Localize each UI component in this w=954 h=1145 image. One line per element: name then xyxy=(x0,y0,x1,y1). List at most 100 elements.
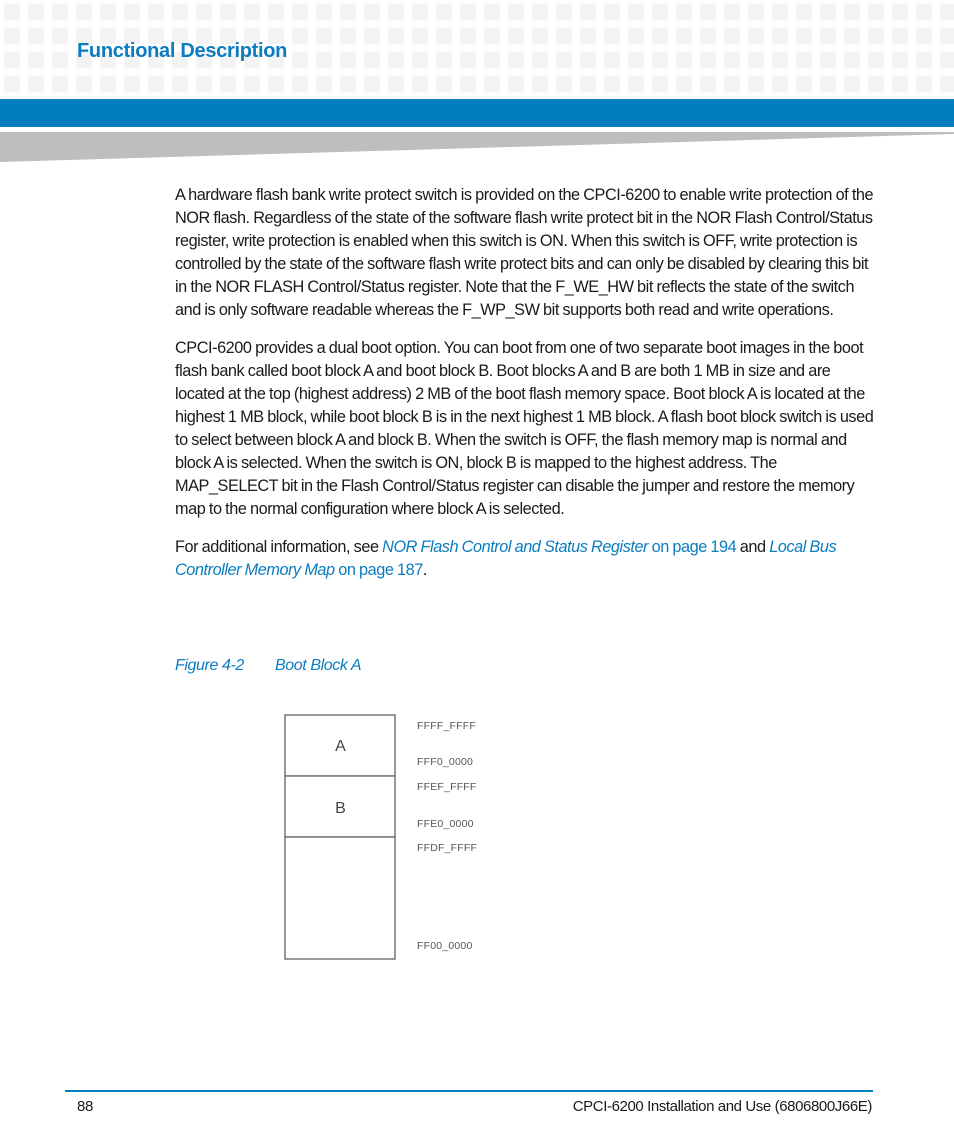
header-pattern-square xyxy=(4,76,20,92)
header-pattern-square xyxy=(796,52,812,68)
header-pattern-square xyxy=(820,4,836,20)
reference-middle: and xyxy=(736,538,770,556)
header-pattern-square xyxy=(100,4,116,20)
header-pattern-square xyxy=(700,28,716,44)
header-pattern-square xyxy=(28,4,44,20)
header-pattern-square xyxy=(76,4,92,20)
header-pattern-square xyxy=(340,28,356,44)
link-nor-flash-register-page[interactable]: on page 194 xyxy=(648,538,737,556)
address-label: FFE0_0000 xyxy=(417,818,474,830)
header-pattern-square xyxy=(244,4,260,20)
header-pattern-square xyxy=(292,52,308,68)
header-pattern-square xyxy=(316,76,332,92)
header-pattern-square xyxy=(772,52,788,68)
header-pattern-square xyxy=(580,28,596,44)
header-pattern-square xyxy=(916,4,932,20)
header-pattern-square xyxy=(436,4,452,20)
header-pattern-square xyxy=(652,76,668,92)
header-pattern-square xyxy=(340,52,356,68)
header-pattern-square xyxy=(316,52,332,68)
document-reference: CPCI-6200 Installation and Use (6806800J… xyxy=(572,1098,873,1115)
header-pattern-square xyxy=(940,76,954,92)
header-pattern-square xyxy=(316,4,332,20)
address-label: FFF0_0000 xyxy=(417,756,474,768)
header-pattern-square xyxy=(460,52,476,68)
header-pattern-square xyxy=(700,4,716,20)
header-pattern-square xyxy=(868,52,884,68)
header-pattern-square xyxy=(772,76,788,92)
header-pattern-square xyxy=(556,4,572,20)
header-pattern-square xyxy=(28,52,44,68)
paragraph-write-protect: A hardware flash bank write protect swit… xyxy=(175,186,874,319)
header-pattern-square xyxy=(220,4,236,20)
header-pattern-square xyxy=(52,4,68,20)
header-pattern-square xyxy=(940,52,954,68)
header-pattern-square xyxy=(484,4,500,20)
header-pattern-square xyxy=(412,76,428,92)
header-pattern-square xyxy=(388,28,404,44)
header-pattern-square xyxy=(292,28,308,44)
address-label: FFFF_FFFF xyxy=(417,720,476,732)
header-pattern-square xyxy=(676,76,692,92)
header-pattern-square xyxy=(916,28,932,44)
link-nor-flash-register[interactable]: NOR Flash Control and Status Register xyxy=(382,538,648,556)
header-pattern-square xyxy=(268,76,284,92)
header-pattern-square xyxy=(532,76,548,92)
header-grey-wedge xyxy=(0,132,954,162)
header-pattern-square xyxy=(748,52,764,68)
header-pattern-square xyxy=(676,4,692,20)
header-pattern-square xyxy=(28,28,44,44)
header-pattern-square xyxy=(556,52,572,68)
header-pattern-square xyxy=(124,4,140,20)
header-pattern-square xyxy=(556,76,572,92)
header-blue-band xyxy=(0,99,954,127)
header-pattern-square xyxy=(268,4,284,20)
header-pattern-square xyxy=(340,4,356,20)
header-pattern-square xyxy=(28,76,44,92)
header-pattern-square xyxy=(868,76,884,92)
header-pattern-square xyxy=(676,28,692,44)
header-pattern-square xyxy=(532,4,548,20)
header-pattern-square xyxy=(460,28,476,44)
header-pattern-square xyxy=(724,28,740,44)
header-pattern-square xyxy=(364,52,380,68)
header-pattern-square xyxy=(628,4,644,20)
header-pattern-square xyxy=(508,28,524,44)
header-pattern-square xyxy=(844,52,860,68)
header-pattern-square xyxy=(100,76,116,92)
header-pattern-square xyxy=(796,28,812,44)
header-pattern-square xyxy=(316,28,332,44)
header-pattern-square xyxy=(172,4,188,20)
header-pattern-square xyxy=(412,52,428,68)
header-pattern-square xyxy=(196,4,212,20)
header-pattern-square xyxy=(700,76,716,92)
header-pattern-square xyxy=(484,28,500,44)
header-pattern-square xyxy=(628,76,644,92)
block-a-label: A xyxy=(335,738,346,755)
header-pattern-square xyxy=(652,28,668,44)
body-content: A hardware flash bank write protect swit… xyxy=(175,184,875,597)
header-pattern-square xyxy=(4,4,20,20)
header-pattern-square xyxy=(748,28,764,44)
header-pattern-square xyxy=(148,76,164,92)
header-pattern-square xyxy=(412,28,428,44)
header-pattern-square xyxy=(292,76,308,92)
header-pattern-square xyxy=(892,28,908,44)
header-pattern-square xyxy=(676,52,692,68)
header-pattern-square xyxy=(844,28,860,44)
header-pattern-square xyxy=(508,4,524,20)
header-pattern-square xyxy=(916,76,932,92)
header-pattern-square xyxy=(844,76,860,92)
header-pattern-square xyxy=(508,52,524,68)
header-pattern-square xyxy=(52,76,68,92)
header-pattern-square xyxy=(460,4,476,20)
header-pattern-square xyxy=(604,52,620,68)
header-pattern-square xyxy=(148,4,164,20)
address-label: FF00_0000 xyxy=(417,940,473,952)
header-pattern-square xyxy=(484,52,500,68)
boot-block-diagram: A B FFFF_FFFF FFF0_0000 FFEF_FFFF FFE0_0… xyxy=(284,714,504,964)
link-local-bus-memory-map-page[interactable]: on page 187 xyxy=(335,561,423,579)
header-pattern-square xyxy=(748,4,764,20)
header-pattern-square xyxy=(628,28,644,44)
header-pattern-square xyxy=(820,28,836,44)
